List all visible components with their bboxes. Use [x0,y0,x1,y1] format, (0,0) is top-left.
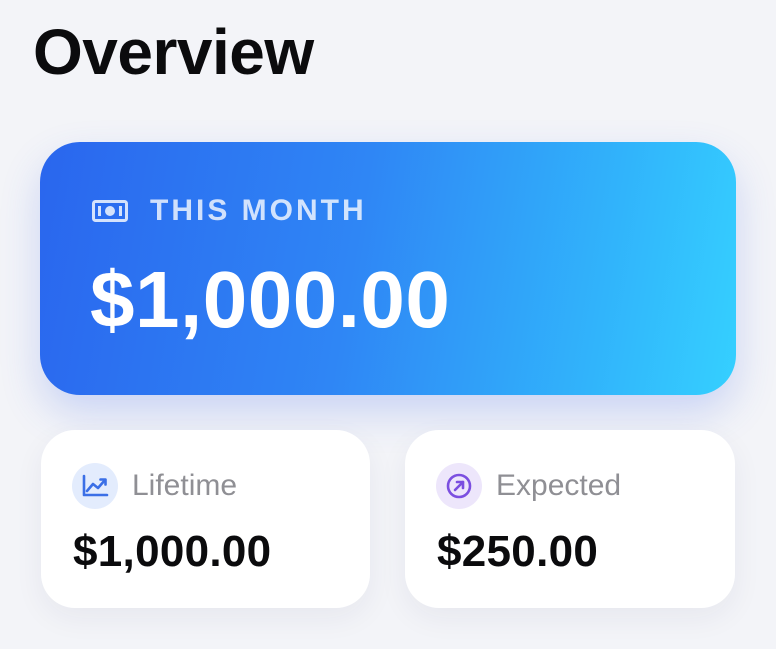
this-month-label: THIS MONTH [150,194,367,227]
this-month-card[interactable]: THIS MONTH $1,000.00 [40,142,736,395]
lifetime-header: Lifetime [72,463,237,509]
money-icon [92,200,128,222]
trend-chart-icon [72,463,118,509]
this-month-header: THIS MONTH [92,194,367,228]
expected-card[interactable]: Expected $250.00 [405,430,735,608]
lifetime-amount: $1,000.00 [73,527,272,576]
page-title: Overview [33,16,314,88]
expected-amount: $250.00 [437,527,599,576]
lifetime-card[interactable]: Lifetime $1,000.00 [41,430,370,608]
lifetime-label: Lifetime [132,469,238,502]
this-month-amount: $1,000.00 [90,255,451,344]
expected-label: Expected [496,469,622,502]
overview-screen: Overview THIS MONTH $1,000.00 Lifetime $… [0,0,776,649]
expected-header: Expected [436,463,621,509]
arrow-up-right-icon [436,463,482,509]
